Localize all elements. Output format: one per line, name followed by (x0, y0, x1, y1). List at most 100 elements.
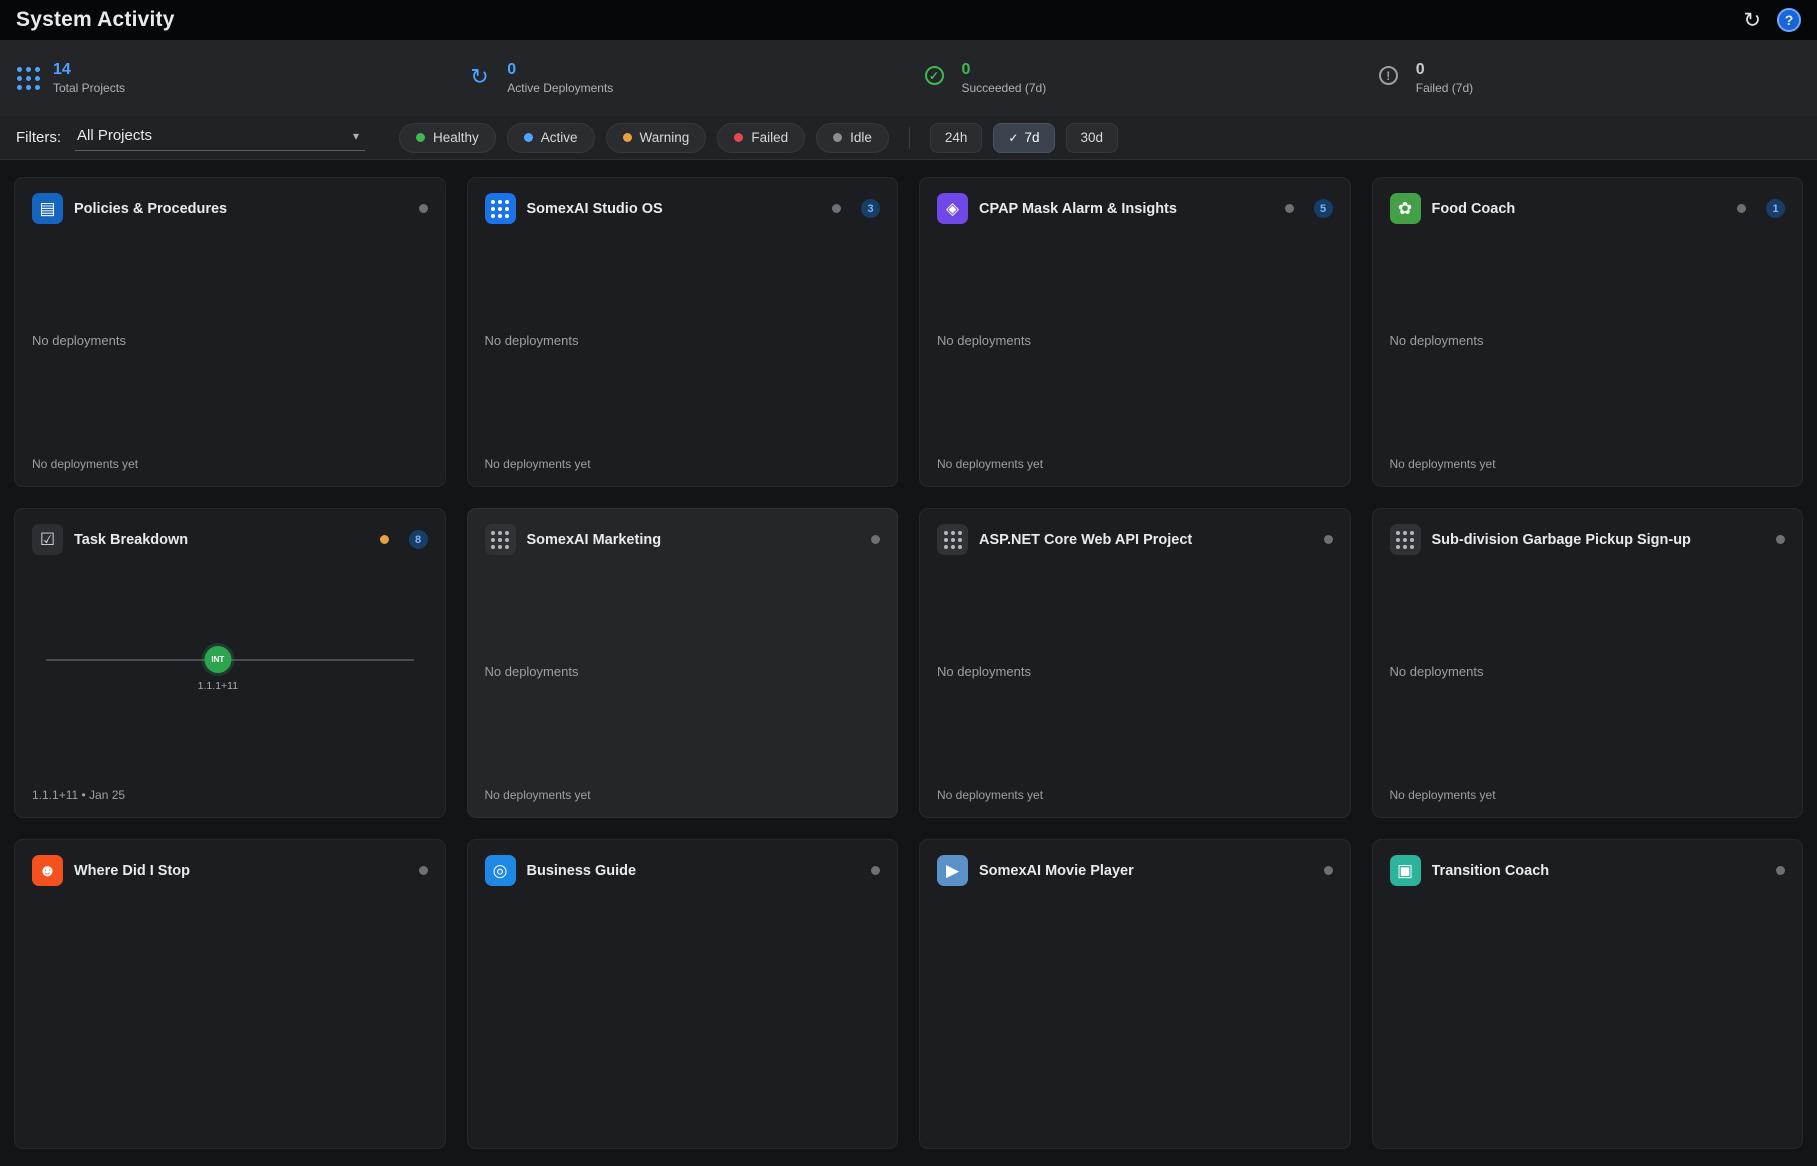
card-footer: No deployments yet (485, 788, 881, 802)
card-footer: No deployments yet (1390, 788, 1786, 802)
project-card-sub-division-garbage-pickup-sign-up[interactable]: Sub-division Garbage Pickup Sign-up No d… (1372, 508, 1804, 818)
filter-pill-idle[interactable]: Idle (816, 123, 889, 153)
status-dot-icon (380, 535, 389, 544)
card-body (937, 886, 1333, 1133)
time-range-30d[interactable]: ✓ 30d (1066, 123, 1119, 153)
stat-label: Succeeded (7d) (962, 81, 1047, 95)
project-filter-select[interactable]: All Projects ▾ (75, 124, 365, 151)
project-title: SomexAI Marketing (527, 532, 861, 548)
count-badge: 5 (1314, 199, 1333, 218)
filters-label: Filters: (16, 129, 61, 146)
card-footer: No deployments yet (32, 457, 428, 471)
filter-pill-active[interactable]: Active (507, 123, 595, 153)
card-body: No deployments (937, 555, 1333, 788)
project-title: Where Did I Stop (74, 863, 408, 879)
project-card-where-did-i-stop[interactable]: ☻ Where Did I Stop (14, 839, 446, 1149)
timeline-node[interactable]: INT (204, 646, 231, 673)
project-card-cpap-mask-alarm-insights[interactable]: ◈ CPAP Mask Alarm & Insights 5 No deploy… (919, 177, 1351, 487)
count-badge: 3 (861, 199, 880, 218)
stat-value: 0 (962, 61, 1047, 79)
card-footer: No deployments yet (485, 457, 881, 471)
status-dot-icon (419, 866, 428, 875)
card-header: ▶ SomexAI Movie Player (937, 855, 1333, 886)
apps-icon (937, 524, 968, 555)
status-dot-icon (871, 866, 880, 875)
card-body: INT 1.1.1+11 (32, 555, 428, 788)
stat-active-deployments: ↻ 0 Active Deployments (454, 61, 908, 96)
card-body (32, 886, 428, 1133)
project-title: Task Breakdown (74, 532, 369, 548)
apps-icon (1390, 524, 1421, 555)
document-shield-icon: ▤ (32, 193, 63, 224)
alert-icon: ! (1379, 66, 1403, 90)
help-icon[interactable]: ? (1777, 8, 1801, 32)
no-deployments-text: No deployments (1390, 333, 1484, 348)
project-title: SomexAI Movie Player (979, 863, 1313, 879)
filter-pill-label: Healthy (433, 130, 479, 145)
card-footer: 1.1.1+11 • Jan 25 (32, 788, 428, 802)
stat-succeeded-7d: ✓ 0 Succeeded (7d) (909, 61, 1363, 96)
time-range-label: 7d (1024, 130, 1039, 145)
card-body (1390, 886, 1786, 1133)
project-title: Food Coach (1432, 201, 1727, 217)
time-range-label: 30d (1081, 130, 1104, 145)
project-card-somexai-marketing[interactable]: SomexAI Marketing No deployments No depl… (467, 508, 899, 818)
project-card-task-breakdown[interactable]: ☑ Task Breakdown 8 INT 1.1.1+11 1.1.1+11 … (14, 508, 446, 818)
card-footer: No deployments yet (937, 788, 1333, 802)
shield-icon: ◈ (937, 193, 968, 224)
time-range-7d[interactable]: ✓ 7d (993, 123, 1054, 153)
grid-icon (16, 66, 40, 90)
project-title: SomexAI Studio OS (527, 201, 822, 217)
card-header: ☑ Task Breakdown 8 (32, 524, 428, 555)
filter-pill-label: Failed (751, 130, 788, 145)
timeline-version-label: 1.1.1+11 (198, 680, 238, 692)
project-card-somexai-studio-os[interactable]: SomexAI Studio OS 3 No deployments No de… (467, 177, 899, 487)
time-range-24h[interactable]: ✓ 24h (930, 123, 983, 153)
stat-value: 0 (1416, 61, 1473, 79)
filter-pill-warning[interactable]: Warning (606, 123, 707, 153)
no-deployments-text: No deployments (32, 333, 126, 348)
play-icon: ▶ (937, 855, 968, 886)
card-body: No deployments (1390, 555, 1786, 788)
check-icon: ✓ (925, 66, 949, 90)
project-title: Sub-division Garbage Pickup Sign-up (1432, 532, 1766, 548)
project-card-asp-net-core-web-api-project[interactable]: ASP.NET Core Web API Project No deployme… (919, 508, 1351, 818)
status-dot-icon (1324, 866, 1333, 875)
project-card-business-guide[interactable]: ◎ Business Guide (467, 839, 899, 1149)
project-filter-value: All Projects (77, 127, 152, 144)
card-body: No deployments (1390, 224, 1786, 457)
refresh-icon[interactable]: ↻ (1743, 10, 1761, 31)
project-card-policies-procedures[interactable]: ▤ Policies & Procedures No deployments N… (14, 177, 446, 487)
count-badge: 8 (409, 530, 428, 549)
card-header: ▤ Policies & Procedures (32, 193, 428, 224)
app-header: System Activity ↻ ? (0, 0, 1817, 40)
status-dot-icon (1776, 866, 1785, 875)
project-title: ASP.NET Core Web API Project (979, 532, 1313, 548)
time-range-group: ✓ 24h ✓ 7d ✓ 30d (930, 123, 1118, 153)
stats-bar: 14 Total Projects ↻ 0 Active Deployments… (0, 40, 1817, 116)
filter-pill-label: Idle (850, 130, 872, 145)
card-header: ▣ Transition Coach (1390, 855, 1786, 886)
card-header: ✿ Food Coach 1 (1390, 193, 1786, 224)
status-dot-icon (871, 535, 880, 544)
filter-pill-healthy[interactable]: Healthy (399, 123, 496, 153)
status-dot-icon (419, 204, 428, 213)
project-title: Transition Coach (1432, 863, 1766, 879)
checklist-icon: ☑ (32, 524, 63, 555)
project-card-food-coach[interactable]: ✿ Food Coach 1 No deployments No deploym… (1372, 177, 1804, 487)
card-footer: No deployments yet (937, 457, 1333, 471)
chevron-down-icon: ▾ (353, 129, 359, 143)
project-card-transition-coach[interactable]: ▣ Transition Coach (1372, 839, 1804, 1149)
project-card-somexai-movie-player[interactable]: ▶ SomexAI Movie Player (919, 839, 1351, 1149)
stat-total-projects: 14 Total Projects (0, 61, 454, 96)
deployment-timeline: INT 1.1.1+11 (32, 640, 428, 704)
card-header: ASP.NET Core Web API Project (937, 524, 1333, 555)
projects-grid: ▤ Policies & Procedures No deployments N… (0, 160, 1817, 1166)
stat-value: 14 (53, 61, 125, 79)
card-header: ◎ Business Guide (485, 855, 881, 886)
filter-pill-label: Warning (640, 130, 690, 145)
filters-bar: Filters: All Projects ▾ Healthy Active W… (0, 116, 1817, 160)
filter-pill-failed[interactable]: Failed (717, 123, 805, 153)
sync-icon: ↻ (470, 66, 494, 90)
project-title: Business Guide (527, 863, 861, 879)
